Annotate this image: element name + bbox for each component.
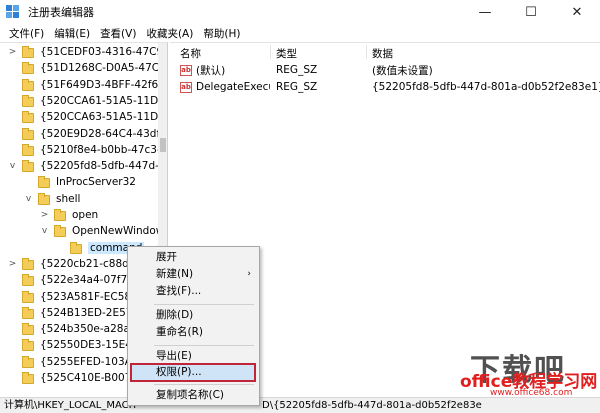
menu-item-rename[interactable]: 重命名(R)	[128, 324, 259, 341]
menu-help[interactable]: 帮助(H)	[198, 26, 245, 41]
expand-icon[interactable]: >	[8, 47, 17, 57]
menu-item-permissions[interactable]: 权限(P)...	[130, 363, 256, 382]
menu-item-new[interactable]: 新建(N) ›	[128, 266, 259, 283]
value-name: (默认)	[196, 64, 226, 77]
tree-node[interactable]: {5210f8e4-b0bb-47c3-a8	[0, 142, 167, 158]
folder-icon	[22, 306, 34, 319]
folder-icon	[22, 127, 34, 140]
column-divider[interactable]	[366, 45, 367, 59]
tree-node-label: {51F649D3-4BFF-42f6-A25	[40, 78, 167, 91]
tree-node-label: {52205fd8-5dfb-447d-801	[40, 160, 168, 173]
tree-node-label: InProcServer32	[56, 176, 136, 189]
column-divider[interactable]	[270, 45, 271, 59]
scrollbar-thumb[interactable]	[160, 138, 166, 152]
close-button[interactable]: ✕	[554, 0, 600, 24]
menu-separator	[154, 384, 254, 385]
tree-node-label: {51CEDF03-4316-47C9-81	[40, 46, 168, 58]
status-path: 计算机\HKEY_LOCAL_MACH	[4, 400, 137, 411]
folder-icon	[38, 192, 50, 205]
value-type: REG_SZ	[276, 64, 318, 76]
folder-icon	[22, 290, 34, 303]
status-path-tail: D\{52205fd8-5dfb-447d-801a-d0b52f2e83e	[262, 400, 482, 411]
tree-node[interactable]: v shell	[0, 191, 160, 207]
menu-item-delete[interactable]: 删除(D)	[128, 307, 259, 324]
tree-node-label: OpenNewWindow	[72, 225, 165, 238]
value-row[interactable]: ab (默认) REG_SZ (数值未设置)	[170, 62, 600, 78]
menu-separator	[154, 304, 254, 305]
folder-icon	[22, 274, 34, 287]
collapse-icon[interactable]: v	[8, 161, 17, 171]
menu-file[interactable]: 文件(F)	[4, 26, 49, 41]
watermark-logo: 下载吧 office教程学习网 www.office68.com	[460, 345, 597, 405]
tree-node[interactable]: InProcServer32	[0, 174, 160, 190]
tree-node[interactable]: > open	[0, 207, 160, 223]
folder-icon	[22, 78, 34, 91]
folder-icon	[70, 241, 82, 254]
registry-editor-icon	[6, 5, 20, 19]
value-data: {52205fd8-5dfb-447d-801a-d0b52f2e83e1}	[372, 81, 600, 93]
folder-icon	[22, 339, 34, 352]
folder-icon	[22, 323, 34, 336]
tree-node-label: {520CCA61-51A5-11D3-91	[40, 94, 168, 107]
menu-item-copy-key-name[interactable]: 复制项名称(C)	[128, 387, 259, 404]
value-type: REG_SZ	[276, 81, 318, 93]
menu-favorites[interactable]: 收藏夹(A)	[141, 26, 198, 41]
menu-separator	[154, 345, 254, 346]
tree-node[interactable]: {520CCA63-51A5-11D3-91	[0, 109, 167, 125]
value-data: (数值未设置)	[372, 64, 433, 77]
tree-node[interactable]: > {51CEDF03-4316-47C9-81	[0, 44, 167, 60]
tree-node[interactable]: {51F649D3-4BFF-42f6-A25	[0, 77, 167, 93]
folder-icon	[38, 176, 50, 189]
column-header-data[interactable]: 数据	[372, 46, 393, 61]
tree-node[interactable]: v OpenNewWindow	[0, 223, 164, 239]
tree-node[interactable]: {51D1268C-D0A5-47CC-A	[0, 60, 167, 76]
menu-item-find[interactable]: 查找(F)...	[128, 283, 259, 300]
tree-node-label: shell	[56, 192, 81, 205]
maximize-button[interactable]: ☐	[508, 0, 554, 24]
minimize-button[interactable]: —	[462, 0, 508, 24]
folder-icon	[22, 46, 34, 58]
folder-icon	[22, 94, 34, 107]
watermark-url: www.office68.com	[490, 388, 573, 398]
menu-edit[interactable]: 编辑(E)	[49, 26, 95, 41]
expand-icon[interactable]: >	[8, 259, 17, 269]
collapse-icon[interactable]: v	[24, 194, 33, 204]
tree-node-label: {51D1268C-D0A5-47CC-A	[40, 62, 168, 75]
folder-icon	[22, 160, 34, 173]
string-value-icon: ab	[180, 81, 192, 93]
tree-node-label: open	[72, 209, 99, 221]
folder-icon	[22, 143, 34, 156]
submenu-arrow-icon: ›	[247, 269, 251, 279]
tree-node-label: {520CCA63-51A5-11D3-91	[40, 111, 168, 124]
folder-icon	[22, 355, 34, 368]
value-row[interactable]: ab DelegateExecu... REG_SZ {52205fd8-5df…	[170, 79, 600, 95]
tree-node[interactable]: {520E9D28-64C4-43df-BE	[0, 126, 167, 142]
folder-icon	[22, 62, 34, 75]
tree-node-label: {520E9D28-64C4-43df-BE	[40, 127, 168, 140]
context-menu: 展开 新建(N) › 查找(F)... 删除(D) 重命名(R) 导出(E) 权限…	[127, 246, 260, 406]
value-name: DelegateExecu...	[196, 81, 270, 93]
tree-node-label: {5210f8e4-b0bb-47c3-a8	[40, 143, 168, 156]
folder-icon	[22, 111, 34, 124]
menu-view[interactable]: 查看(V)	[95, 26, 141, 41]
folder-icon	[54, 225, 66, 238]
folder-icon	[54, 209, 66, 221]
menu-item-expand[interactable]: 展开	[128, 249, 259, 266]
menu-item-export[interactable]: 导出(E)	[128, 348, 259, 365]
folder-icon	[22, 372, 34, 384]
expand-icon[interactable]: >	[40, 210, 49, 220]
string-value-icon: ab	[180, 64, 192, 76]
title-bar: 注册表编辑器 — ☐ ✕	[0, 0, 600, 24]
tree-node[interactable]: v {52205fd8-5dfb-447d-801	[0, 158, 167, 174]
folder-icon	[22, 257, 34, 270]
menu-bar: 文件(F) 编辑(E) 查看(V) 收藏夹(A) 帮助(H)	[0, 24, 600, 42]
column-header-type[interactable]: 类型	[276, 46, 297, 61]
column-header-name[interactable]: 名称	[180, 46, 201, 61]
window-title: 注册表编辑器	[28, 6, 94, 19]
collapse-icon[interactable]: v	[40, 226, 49, 236]
tree-node[interactable]: {520CCA61-51A5-11D3-91	[0, 93, 167, 109]
